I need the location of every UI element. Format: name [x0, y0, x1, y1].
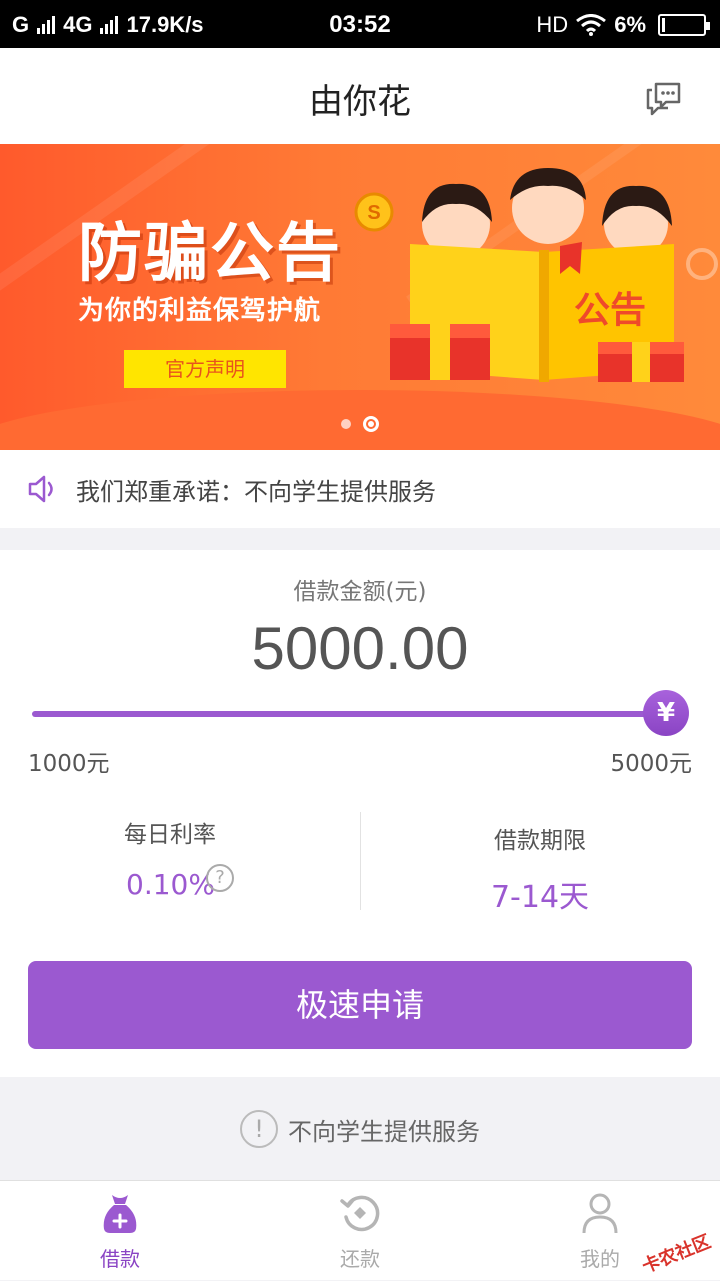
hd-label: HD	[536, 12, 569, 37]
banner-subtitle: 为你的利益保驾护航	[78, 296, 322, 326]
loan-term-label: 借款期限	[494, 828, 586, 854]
announcement-text: 我们郑重承诺：不向学生提供服务	[76, 477, 436, 506]
announcement-bar: 我们郑重承诺：不向学生提供服务	[0, 450, 720, 528]
loan-card: 借款金额(元) 5000.00 ¥ 1000元 5000元 每日利率 0.10%…	[0, 550, 720, 1077]
banner-title: 防骗公告	[78, 217, 342, 291]
pagination-dot[interactable]	[341, 419, 351, 429]
student-warning: ! 不向学生提供服务	[0, 1078, 720, 1180]
repay-icon	[340, 1195, 380, 1232]
bottom-tab-bar: 借款 还款 我的 卡农社区	[0, 1180, 720, 1280]
battery-level	[662, 18, 665, 32]
daily-rate-value: 0.10%	[126, 868, 215, 901]
info-divider	[360, 812, 361, 910]
slider-max-label: 5000元	[610, 751, 692, 777]
official-statement-button[interactable]: 官方声明	[124, 350, 286, 388]
banner-illustration: 公告	[390, 168, 718, 382]
wifi-icon	[576, 14, 607, 36]
exclamation-icon: !	[240, 1110, 278, 1148]
battery-percent: 6%	[614, 12, 646, 37]
tab-repay-label: 还款	[340, 1247, 380, 1271]
status-bar: G 4G 17.9K/s 03:52 HD 6%	[0, 0, 720, 48]
tab-repay[interactable]: 还款	[280, 1181, 440, 1281]
loan-amount-label: 借款金额(元)	[293, 579, 427, 605]
daily-rate-label: 每日利率	[124, 822, 216, 848]
battery-icon	[658, 14, 710, 36]
page-title: 由你花	[309, 82, 411, 122]
loan-term-value: 7-14天	[490, 880, 590, 915]
status-right: HD 6%	[536, 12, 710, 38]
svg-text:S: S	[367, 202, 380, 224]
amount-slider-track[interactable]	[32, 711, 666, 717]
profile-icon	[582, 1193, 618, 1234]
speaker-icon	[28, 475, 53, 503]
amount-slider-thumb[interactable]: ¥	[643, 690, 689, 736]
pagination-dot-active[interactable]	[363, 416, 379, 432]
banner-pagination	[0, 416, 720, 432]
student-warning-text: 不向学生提供服务	[288, 1117, 480, 1146]
slider-min-label: 1000元	[28, 751, 110, 777]
apply-button[interactable]: 极速申请	[28, 961, 692, 1049]
customer-service-icon[interactable]	[644, 78, 684, 118]
tab-loan[interactable]: 借款	[40, 1181, 200, 1281]
rate-help-icon[interactable]: ?	[206, 864, 234, 892]
book-text: 公告	[574, 290, 646, 331]
app-header: 由你花	[0, 48, 720, 144]
tab-loan-label: 借款	[100, 1247, 140, 1271]
loan-amount-value: 5000.00	[251, 615, 469, 682]
promo-banner[interactable]: 防骗公告 为你的利益保驾护航 官方声明 S 公告	[0, 144, 720, 450]
loan-bag-icon	[103, 1195, 137, 1233]
